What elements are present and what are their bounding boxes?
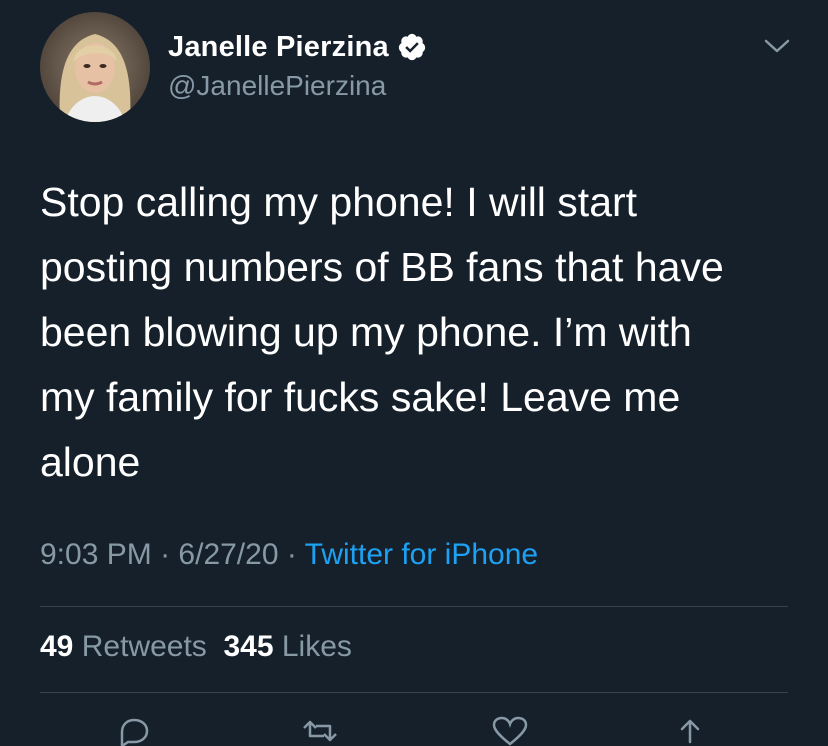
retweet-icon[interactable]: [300, 716, 340, 746]
chevron-down-icon[interactable]: [762, 34, 792, 58]
tweet-time: 9:03 PM: [40, 538, 152, 571]
meta-separator: ·: [286, 538, 297, 571]
retweets-label: Retweets: [81, 630, 207, 663]
verified-badge-icon: [398, 33, 425, 61]
reply-icon[interactable]: [114, 716, 154, 746]
retweets-count: 49: [40, 630, 74, 663]
divider: [40, 692, 788, 693]
author-name-row[interactable]: Janelle Pierzina: [168, 28, 427, 66]
tweet-date: 6/27/20: [178, 538, 279, 571]
tweet-source-link[interactable]: Twitter for iPhone: [305, 538, 538, 571]
user-handle[interactable]: @JanellePierzina: [168, 70, 386, 102]
divider: [40, 606, 788, 607]
likes-count: 345: [223, 630, 274, 663]
meta-separator: ·: [160, 538, 171, 571]
tweet-stats: 49 Retweets 345 Likes: [40, 630, 352, 664]
display-name[interactable]: Janelle Pierzina: [168, 31, 389, 64]
avatar[interactable]: [40, 12, 150, 122]
retweets-stat[interactable]: 49 Retweets: [40, 630, 207, 663]
likes-stat[interactable]: 345 Likes: [223, 630, 351, 663]
tweet-text: Stop calling my phone! I will start post…: [40, 179, 724, 485]
profile-photo-icon: [40, 12, 150, 122]
action-bar: [0, 716, 828, 746]
share-icon[interactable]: [670, 716, 710, 746]
likes-label: Likes: [281, 630, 352, 663]
heart-icon[interactable]: [490, 716, 530, 746]
tweet-meta: 9:03 PM · 6/27/20 · Twitter for iPhone: [40, 538, 538, 572]
